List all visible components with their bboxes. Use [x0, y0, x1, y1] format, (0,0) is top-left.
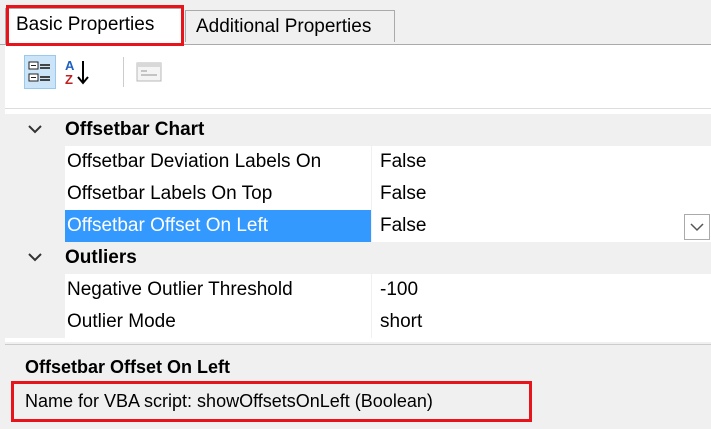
- toolbar-separator: [123, 57, 124, 87]
- property-row[interactable]: Outlier Mode short: [5, 306, 711, 338]
- property-name: Offsetbar Deviation Labels On: [67, 151, 322, 172]
- chevron-down-icon[interactable]: [27, 250, 43, 264]
- chevron-down-icon: [690, 223, 704, 232]
- property-toolbar: A Z: [5, 45, 711, 108]
- category-label: Offsetbar Chart: [65, 119, 205, 140]
- sort-alphabetical-icon: A Z: [65, 58, 89, 87]
- tab-additional-properties-label: Additional Properties: [196, 16, 372, 37]
- category-outliers[interactable]: Outliers: [5, 242, 711, 274]
- property-value[interactable]: False: [372, 178, 426, 210]
- tab-additional-properties[interactable]: Additional Properties: [185, 10, 395, 42]
- description-pane: Offsetbar Offset On Left Name for VBA sc…: [5, 344, 711, 429]
- property-name: Negative Outlier Threshold: [67, 279, 293, 300]
- property-value[interactable]: False: [372, 146, 426, 178]
- property-name: Offsetbar Offset On Left: [65, 210, 371, 242]
- categorized-icon: [28, 61, 50, 82]
- property-row[interactable]: Offsetbar Deviation Labels On False: [5, 146, 711, 178]
- chevron-down-icon[interactable]: [27, 122, 43, 136]
- property-row[interactable]: Negative Outlier Threshold -100: [5, 274, 711, 306]
- svg-text:Z: Z: [65, 72, 73, 87]
- property-row[interactable]: Offsetbar Labels On Top False: [5, 178, 711, 210]
- property-value[interactable]: -100: [372, 274, 418, 306]
- row-gutter: [5, 210, 65, 242]
- property-grid: Offsetbar Chart Offsetbar Deviation Labe…: [5, 108, 711, 342]
- tab-basic-properties[interactable]: Basic Properties: [5, 8, 183, 45]
- row-gutter: [5, 178, 65, 210]
- svg-text:A: A: [65, 58, 75, 73]
- category-label: Outliers: [65, 247, 137, 268]
- property-pages-icon: [136, 62, 162, 82]
- description-title: Offsetbar Offset On Left: [25, 357, 231, 377]
- property-row-selected[interactable]: Offsetbar Offset On Left False: [5, 210, 711, 242]
- description-text: Name for VBA script: showOffsetsOnLeft (…: [25, 391, 433, 411]
- row-gutter: [5, 146, 65, 178]
- property-name: Offsetbar Labels On Top: [67, 183, 273, 204]
- property-value[interactable]: short: [372, 306, 422, 338]
- categorized-button[interactable]: [24, 55, 56, 89]
- value-dropdown-button[interactable]: [684, 214, 710, 240]
- row-gutter: [5, 306, 65, 338]
- property-pages-button[interactable]: [133, 55, 165, 89]
- property-name: Outlier Mode: [67, 311, 176, 332]
- row-gutter: [5, 274, 65, 306]
- alphabetical-button[interactable]: A Z: [63, 55, 95, 89]
- property-value[interactable]: False: [372, 210, 426, 242]
- tab-basic-properties-label: Basic Properties: [16, 14, 155, 35]
- category-offsetbar-chart[interactable]: Offsetbar Chart: [5, 114, 711, 146]
